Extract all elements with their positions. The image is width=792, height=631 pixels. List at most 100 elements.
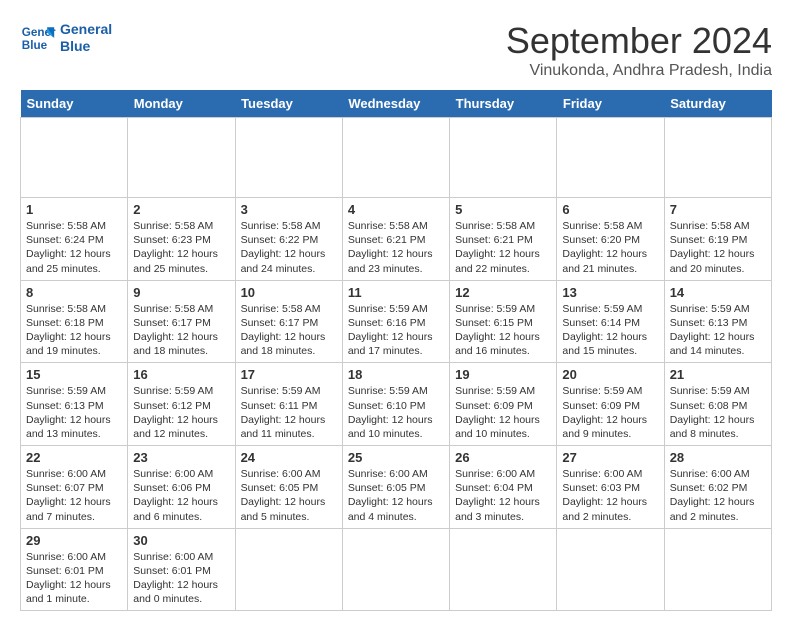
page-header: General Blue General Blue September 2024…	[20, 20, 772, 80]
logo-line1: General	[60, 21, 112, 38]
calendar-cell: 9 Sunrise: 5:58 AMSunset: 6:17 PMDaylight…	[128, 280, 235, 363]
day-info: Sunrise: 5:58 AMSunset: 6:19 PMDaylight:…	[670, 219, 766, 276]
day-number: 16	[133, 367, 229, 382]
weekday-header: Friday	[557, 90, 664, 118]
weekday-header: Sunday	[21, 90, 128, 118]
calendar-cell: 20 Sunrise: 5:59 AMSunset: 6:09 PMDayligh…	[557, 363, 664, 446]
day-number: 28	[670, 450, 766, 465]
calendar-cell: 16 Sunrise: 5:59 AMSunset: 6:12 PMDayligh…	[128, 363, 235, 446]
weekday-header-row: SundayMondayTuesdayWednesdayThursdayFrid…	[21, 90, 772, 118]
day-number: 8	[26, 285, 122, 300]
day-info: Sunrise: 6:00 AMSunset: 6:03 PMDaylight:…	[562, 467, 658, 524]
logo: General Blue General Blue	[20, 20, 112, 56]
day-number: 3	[241, 202, 337, 217]
day-info: Sunrise: 5:58 AMSunset: 6:23 PMDaylight:…	[133, 219, 229, 276]
week-row: 29 Sunrise: 6:00 AMSunset: 6:01 PMDayligh…	[21, 528, 772, 611]
day-info: Sunrise: 5:59 AMSunset: 6:08 PMDaylight:…	[670, 384, 766, 441]
calendar-cell	[128, 118, 235, 198]
day-info: Sunrise: 5:59 AMSunset: 6:14 PMDaylight:…	[562, 302, 658, 359]
calendar-cell: 14Sunrise: 5:59 AMSunset: 6:13 PMDayligh…	[664, 280, 771, 363]
logo-line2: Blue	[60, 38, 112, 55]
day-number: 10	[241, 285, 337, 300]
month-title: September 2024	[506, 20, 772, 62]
day-info: Sunrise: 6:00 AMSunset: 6:01 PMDaylight:…	[133, 550, 229, 607]
weekday-header: Wednesday	[342, 90, 449, 118]
calendar-cell	[235, 528, 342, 611]
calendar-cell: 8 Sunrise: 5:58 AMSunset: 6:18 PMDaylight…	[21, 280, 128, 363]
day-number: 22	[26, 450, 122, 465]
day-info: Sunrise: 5:59 AMSunset: 6:09 PMDaylight:…	[562, 384, 658, 441]
calendar-cell	[21, 118, 128, 198]
day-number: 21	[670, 367, 766, 382]
day-number: 18	[348, 367, 444, 382]
day-info: Sunrise: 5:59 AMSunset: 6:12 PMDaylight:…	[133, 384, 229, 441]
calendar-cell: 3Sunrise: 5:58 AMSunset: 6:22 PMDaylight…	[235, 198, 342, 281]
day-number: 11	[348, 285, 444, 300]
calendar-cell	[664, 118, 771, 198]
day-info: Sunrise: 5:58 AMSunset: 6:17 PMDaylight:…	[133, 302, 229, 359]
calendar-cell: 19Sunrise: 5:59 AMSunset: 6:09 PMDayligh…	[450, 363, 557, 446]
calendar-cell: 2Sunrise: 5:58 AMSunset: 6:23 PMDaylight…	[128, 198, 235, 281]
svg-text:Blue: Blue	[22, 39, 48, 52]
calendar-cell	[557, 528, 664, 611]
day-number: 29	[26, 533, 122, 548]
calendar-cell: 15Sunrise: 5:59 AMSunset: 6:13 PMDayligh…	[21, 363, 128, 446]
week-row: 15Sunrise: 5:59 AMSunset: 6:13 PMDayligh…	[21, 363, 772, 446]
calendar-cell	[235, 118, 342, 198]
weekday-header: Tuesday	[235, 90, 342, 118]
day-info: Sunrise: 5:59 AMSunset: 6:13 PMDaylight:…	[670, 302, 766, 359]
calendar-cell: 24Sunrise: 6:00 AMSunset: 6:05 PMDayligh…	[235, 446, 342, 529]
day-info: Sunrise: 5:58 AMSunset: 6:18 PMDaylight:…	[26, 302, 122, 359]
logo-icon: General Blue	[20, 20, 56, 56]
calendar-cell: 17 Sunrise: 5:59 AMSunset: 6:11 PMDayligh…	[235, 363, 342, 446]
calendar-cell: 13 Sunrise: 5:59 AMSunset: 6:14 PMDayligh…	[557, 280, 664, 363]
calendar-cell: 22 Sunrise: 6:00 AMSunset: 6:07 PMDayligh…	[21, 446, 128, 529]
calendar-table: SundayMondayTuesdayWednesdayThursdayFrid…	[20, 90, 772, 611]
calendar-cell: 27Sunrise: 6:00 AMSunset: 6:03 PMDayligh…	[557, 446, 664, 529]
day-info: Sunrise: 5:59 AMSunset: 6:09 PMDaylight:…	[455, 384, 551, 441]
day-info: Sunrise: 6:00 AMSunset: 6:05 PMDaylight:…	[348, 467, 444, 524]
day-info: Sunrise: 5:59 AMSunset: 6:15 PMDaylight:…	[455, 302, 551, 359]
day-number: 25	[348, 450, 444, 465]
calendar-cell: 1Sunrise: 5:58 AMSunset: 6:24 PMDaylight…	[21, 198, 128, 281]
day-number: 9	[133, 285, 229, 300]
day-number: 20	[562, 367, 658, 382]
day-info: Sunrise: 5:58 AMSunset: 6:21 PMDaylight:…	[455, 219, 551, 276]
day-info: Sunrise: 5:58 AMSunset: 6:20 PMDaylight:…	[562, 219, 658, 276]
calendar-cell: 6 Sunrise: 5:58 AMSunset: 6:20 PMDaylight…	[557, 198, 664, 281]
title-block: September 2024 Vinukonda, Andhra Pradesh…	[506, 20, 772, 80]
calendar-cell: 30Sunrise: 6:00 AMSunset: 6:01 PMDayligh…	[128, 528, 235, 611]
day-number: 1	[26, 202, 122, 217]
calendar-cell: 12Sunrise: 5:59 AMSunset: 6:15 PMDayligh…	[450, 280, 557, 363]
week-row	[21, 118, 772, 198]
day-info: Sunrise: 5:59 AMSunset: 6:13 PMDaylight:…	[26, 384, 122, 441]
day-info: Sunrise: 5:59 AMSunset: 6:16 PMDaylight:…	[348, 302, 444, 359]
calendar-cell: 26Sunrise: 6:00 AMSunset: 6:04 PMDayligh…	[450, 446, 557, 529]
calendar-cell	[342, 118, 449, 198]
week-row: 8 Sunrise: 5:58 AMSunset: 6:18 PMDaylight…	[21, 280, 772, 363]
calendar-cell: 4Sunrise: 5:58 AMSunset: 6:21 PMDaylight…	[342, 198, 449, 281]
calendar-cell: 28 Sunrise: 6:00 AMSunset: 6:02 PMDayligh…	[664, 446, 771, 529]
calendar-cell: 7Sunrise: 5:58 AMSunset: 6:19 PMDaylight…	[664, 198, 771, 281]
weekday-header: Monday	[128, 90, 235, 118]
day-info: Sunrise: 6:00 AMSunset: 6:01 PMDaylight:…	[26, 550, 122, 607]
calendar-cell	[664, 528, 771, 611]
day-info: Sunrise: 5:59 AMSunset: 6:11 PMDaylight:…	[241, 384, 337, 441]
calendar-cell: 11 Sunrise: 5:59 AMSunset: 6:16 PMDayligh…	[342, 280, 449, 363]
day-number: 5	[455, 202, 551, 217]
day-number: 6	[562, 202, 658, 217]
calendar-cell	[450, 118, 557, 198]
day-info: Sunrise: 5:59 AMSunset: 6:10 PMDaylight:…	[348, 384, 444, 441]
day-info: Sunrise: 6:00 AMSunset: 6:02 PMDaylight:…	[670, 467, 766, 524]
day-info: Sunrise: 6:00 AMSunset: 6:05 PMDaylight:…	[241, 467, 337, 524]
day-number: 26	[455, 450, 551, 465]
day-number: 17	[241, 367, 337, 382]
day-info: Sunrise: 6:00 AMSunset: 6:07 PMDaylight:…	[26, 467, 122, 524]
calendar-cell: 5 Sunrise: 5:58 AMSunset: 6:21 PMDaylight…	[450, 198, 557, 281]
calendar-cell: 29 Sunrise: 6:00 AMSunset: 6:01 PMDayligh…	[21, 528, 128, 611]
day-info: Sunrise: 6:00 AMSunset: 6:06 PMDaylight:…	[133, 467, 229, 524]
day-number: 13	[562, 285, 658, 300]
day-number: 4	[348, 202, 444, 217]
day-number: 23	[133, 450, 229, 465]
calendar-cell: 10Sunrise: 5:58 AMSunset: 6:17 PMDayligh…	[235, 280, 342, 363]
